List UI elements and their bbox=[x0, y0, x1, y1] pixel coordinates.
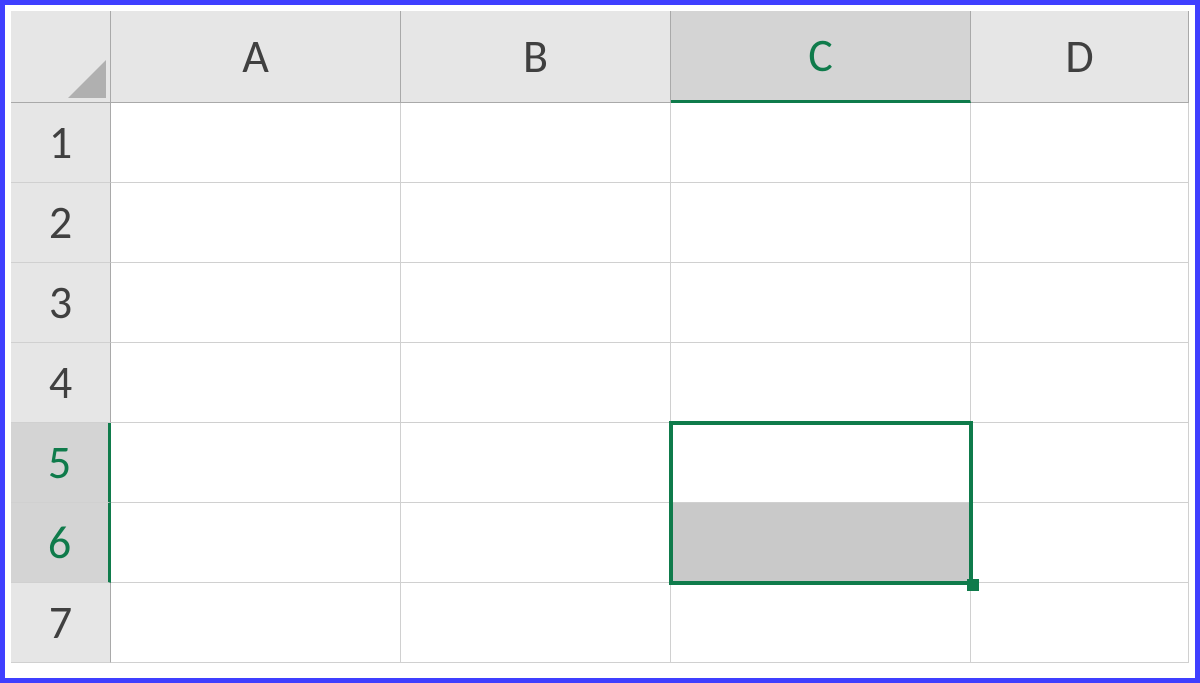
row-header-2[interactable]: 2 bbox=[11, 183, 111, 263]
row-header-7[interactable]: 7 bbox=[11, 583, 111, 663]
cell-A2[interactable] bbox=[111, 183, 401, 263]
cell-A6[interactable] bbox=[111, 503, 401, 583]
fill-handle[interactable] bbox=[967, 579, 979, 591]
cell-D7[interactable] bbox=[971, 583, 1189, 663]
cell-A4[interactable] bbox=[111, 343, 401, 423]
cell-A1[interactable] bbox=[111, 103, 401, 183]
cell-A3[interactable] bbox=[111, 263, 401, 343]
spreadsheet-frame: A B C D 1 2 3 4 5 6 bbox=[0, 0, 1200, 683]
cell-D4[interactable] bbox=[971, 343, 1189, 423]
cell-C3[interactable] bbox=[671, 263, 971, 343]
cell-A5[interactable] bbox=[111, 423, 401, 503]
cell-C4[interactable] bbox=[671, 343, 971, 423]
cell-B4[interactable] bbox=[401, 343, 671, 423]
cell-B7[interactable] bbox=[401, 583, 671, 663]
cell-D6[interactable] bbox=[971, 503, 1189, 583]
cell-C5[interactable] bbox=[671, 423, 971, 503]
cell-B3[interactable] bbox=[401, 263, 671, 343]
cell-C7[interactable] bbox=[671, 583, 971, 663]
cell-B2[interactable] bbox=[401, 183, 671, 263]
row-header-5[interactable]: 5 bbox=[11, 423, 111, 503]
column-header-D[interactable]: D bbox=[971, 11, 1189, 103]
cell-B6[interactable] bbox=[401, 503, 671, 583]
column-header-C[interactable]: C bbox=[671, 11, 971, 103]
cell-D2[interactable] bbox=[971, 183, 1189, 263]
row-header-6[interactable]: 6 bbox=[11, 503, 111, 583]
cell-C2[interactable] bbox=[671, 183, 971, 263]
cell-B5[interactable] bbox=[401, 423, 671, 503]
cell-C1[interactable] bbox=[671, 103, 971, 183]
cell-B1[interactable] bbox=[401, 103, 671, 183]
column-header-A[interactable]: A bbox=[111, 11, 401, 103]
spreadsheet-grid: A B C D 1 2 3 4 5 6 bbox=[11, 11, 1189, 672]
row-header-3[interactable]: 3 bbox=[11, 263, 111, 343]
cell-C6[interactable] bbox=[671, 503, 971, 583]
select-all-triangle-icon bbox=[68, 60, 106, 98]
select-all-corner[interactable] bbox=[11, 11, 111, 103]
column-header-B[interactable]: B bbox=[401, 11, 671, 103]
row-header-4[interactable]: 4 bbox=[11, 343, 111, 423]
cell-A7[interactable] bbox=[111, 583, 401, 663]
cell-D5[interactable] bbox=[971, 423, 1189, 503]
cell-D3[interactable] bbox=[971, 263, 1189, 343]
cell-D1[interactable] bbox=[971, 103, 1189, 183]
row-header-1[interactable]: 1 bbox=[11, 103, 111, 183]
